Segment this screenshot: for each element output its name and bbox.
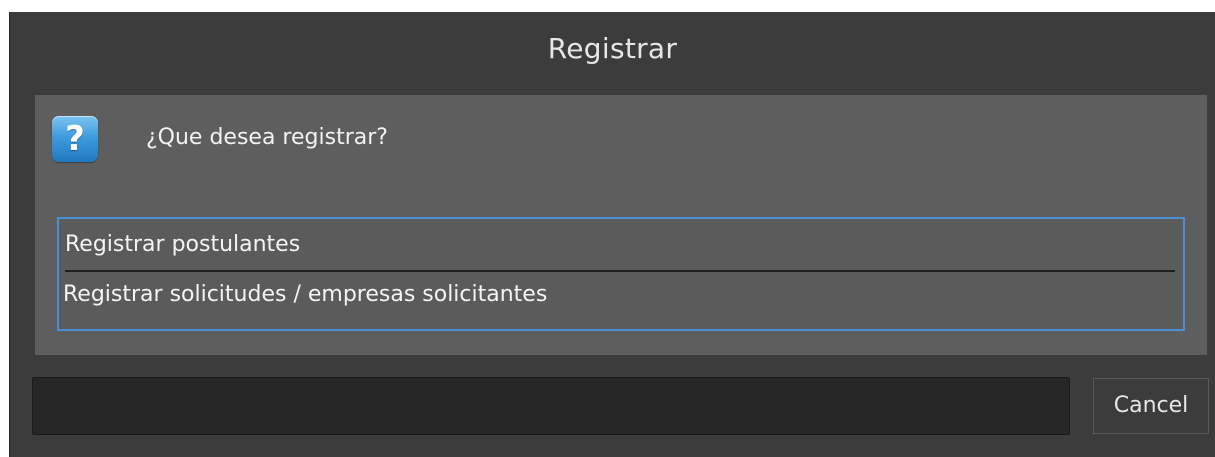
register-dialog: Registrar ? ¿Que desea registrar? Regist… — [9, 12, 1215, 457]
top-strip — [0, 0, 1215, 12]
dialog-title: Registrar — [547, 31, 678, 65]
dialog-body: ? ¿Que desea registrar? Registrar postul… — [35, 95, 1207, 355]
question-icon: ? — [52, 116, 98, 162]
list-item-registrar-solicitudes[interactable]: Registrar solicitudes / empresas solicit… — [63, 280, 1173, 310]
title-bar: Registrar — [10, 12, 1215, 84]
entry-input[interactable] — [32, 377, 1070, 435]
prompt-text: ¿Que desea registrar? — [146, 125, 388, 150]
options-list[interactable]: Registrar postulantes Registrar solicitu… — [57, 217, 1185, 331]
list-divider — [65, 270, 1175, 272]
list-item-registrar-postulantes[interactable]: Registrar postulantes — [65, 230, 1175, 260]
cancel-button[interactable]: Cancel — [1093, 378, 1209, 434]
